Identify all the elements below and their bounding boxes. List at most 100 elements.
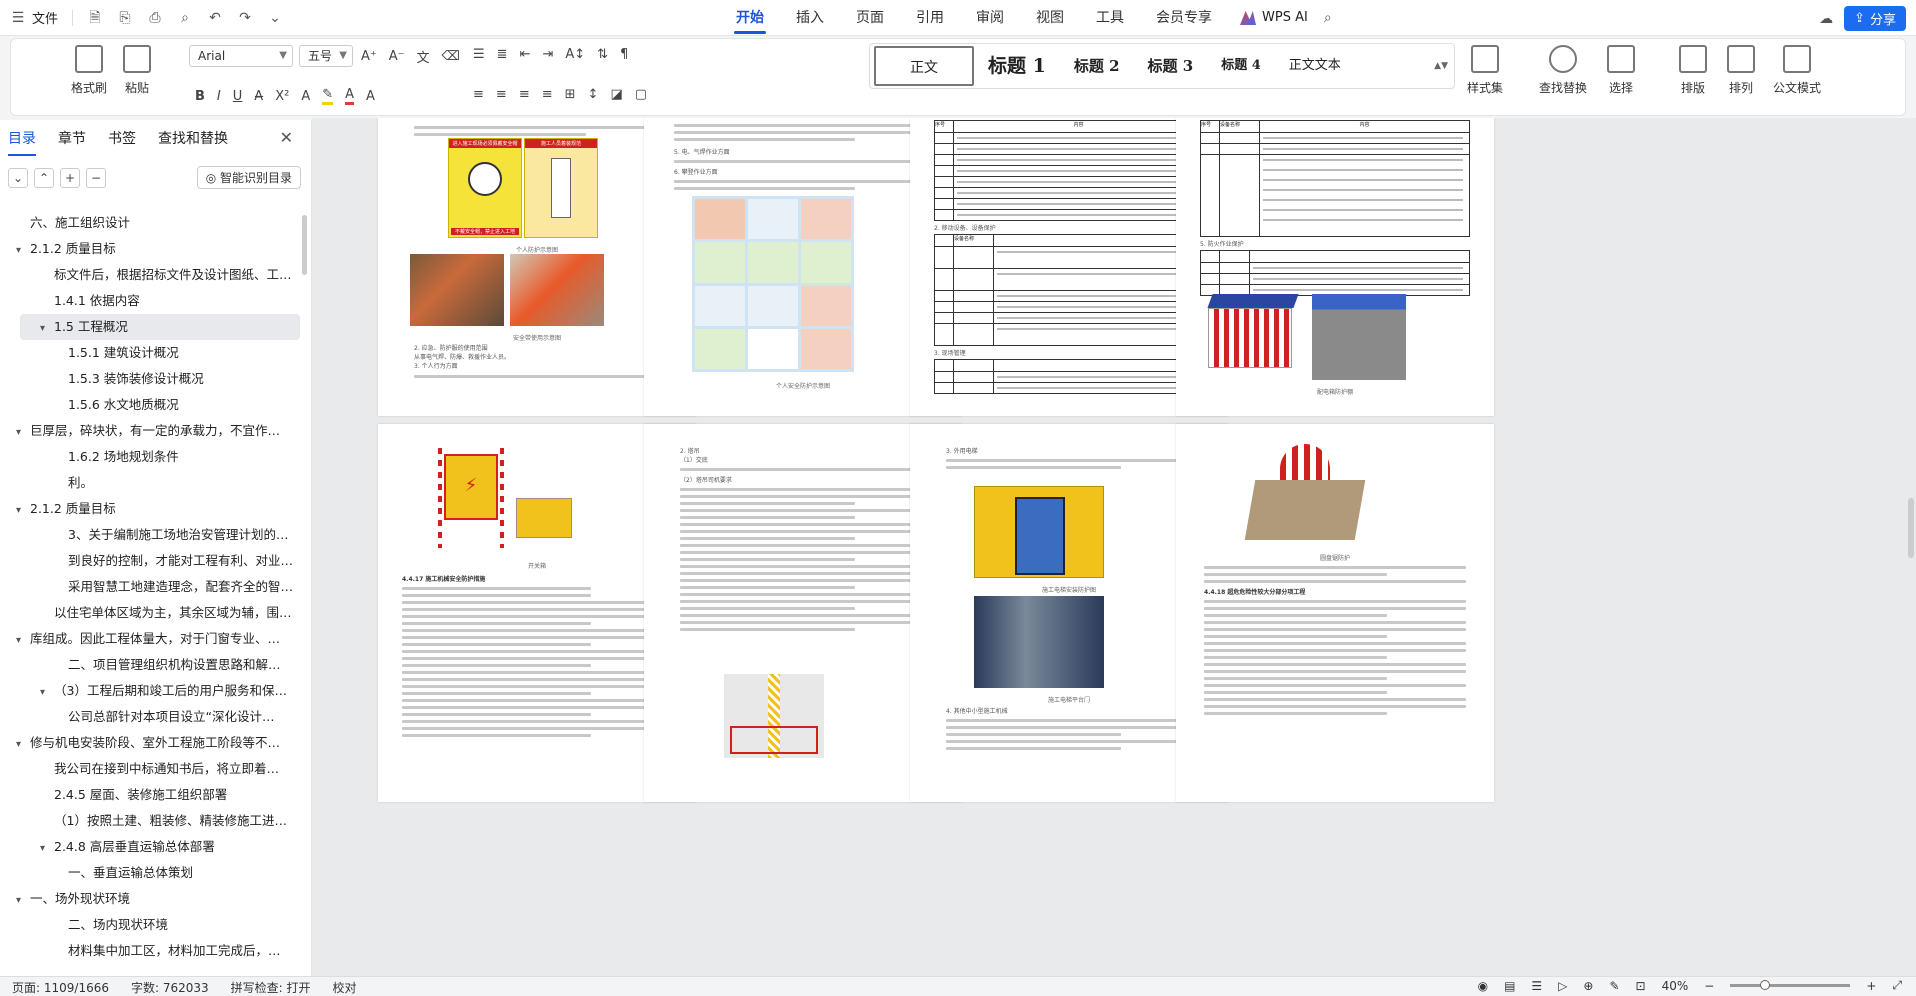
zoom-out-icon[interactable]: − [1704,979,1714,993]
decrease-indent-icon[interactable]: ⇤ [520,47,531,62]
page-count[interactable]: 页面: 1109/1666 [12,979,109,996]
toc-item[interactable]: 1.5.6 水文地质概况 [0,392,300,418]
search-icon[interactable]: ⌕ [1320,10,1336,26]
redo-icon[interactable]: ↷ [237,10,253,26]
play-icon[interactable]: ▷ [1558,979,1567,993]
borders-icon[interactable]: ▢ [635,87,647,102]
tab-find-replace[interactable]: 查找和替换 [158,128,228,156]
clear-format-icon[interactable]: ⌫ [442,49,460,64]
undo-icon[interactable]: ↶ [207,10,223,26]
toc-item[interactable]: 1.4.1 依据内容 [0,288,300,314]
underline-icon[interactable]: U [233,89,243,104]
shrink-font-icon[interactable]: A⁻ [389,49,405,64]
grow-font-icon[interactable]: A⁺ [361,49,377,64]
toc-item[interactable]: 二、场内现状环境 [0,912,300,938]
toc-item[interactable]: ▾ 2.1.2 质量目标 [0,496,300,522]
toc-item[interactable]: ▾ 2.4.8 高层垂直运输总体部署 [0,834,300,860]
find-replace-button[interactable]: 查找替换 [1539,45,1587,96]
cloud-sync-icon[interactable]: ☁ [1818,11,1834,27]
align-right-icon[interactable]: ≡ [519,87,530,102]
tab-home[interactable]: 开始 [720,0,780,36]
share-button[interactable]: ⇪ 分享 [1844,6,1906,31]
document-canvas[interactable]: 进入施工现场必须佩戴安全帽 不戴安全帽，禁止进入工地 施工人员着装规范 个人防护… [312,118,1916,976]
proofread-button[interactable]: 校对 [333,979,357,996]
numbered-list-icon[interactable]: ≣ [497,47,508,62]
tab-chapters[interactable]: 章节 [58,128,86,156]
strikethrough-icon[interactable]: A̶ [254,89,263,104]
add-heading-icon[interactable]: + [60,168,80,188]
gallery-scroll-icon[interactable]: ▲▼ [1434,61,1448,71]
wps-ai-button[interactable]: WPS AI [1228,0,1320,36]
toc-item[interactable]: 一、垂直运输总体策划 [0,860,300,886]
doc-mode-button[interactable]: 公文模式 [1773,45,1821,96]
align-center-icon[interactable]: ≡ [496,87,507,102]
char-shading-icon[interactable]: A [366,89,375,104]
smart-toc-button[interactable]: ◎ 智能识别目录 [196,166,301,189]
style-heading3[interactable]: 标题 3 [1134,46,1208,86]
arrange-button[interactable]: 排列 [1727,45,1755,96]
distribute-icon[interactable]: ⊞ [565,87,576,102]
toc-item[interactable]: （1）按照土建、粗装修、精装修施工进… [0,808,300,834]
style-body-text[interactable]: 正文文本 [1275,46,1355,86]
zoom-level[interactable]: 40% [1662,979,1689,993]
expand-toggle-icon[interactable]: ▾ [16,732,30,756]
toc-item[interactable]: 1.5.1 建筑设计概况 [0,340,300,366]
collapse-icon[interactable]: ⌄ [8,168,28,188]
tab-tools[interactable]: 工具 [1080,0,1140,36]
fullscreen-icon[interactable]: ⤢ [1892,978,1902,993]
toc-item[interactable]: 以住宅单体区域为主，其余区域为辅，围绕… [0,600,300,626]
justify-icon[interactable]: ≡ [542,87,553,102]
scrollbar[interactable] [302,215,307,275]
toc-item[interactable]: 2.4.5 屋面、装修施工组织部署 [0,782,300,808]
tab-member[interactable]: 会员专享 [1140,0,1228,36]
style-heading4[interactable]: 标题 4 [1207,46,1275,86]
outline-view-icon[interactable]: ☰ [1531,979,1542,993]
tab-bookmarks[interactable]: 书签 [108,128,136,156]
expand-toggle-icon[interactable]: ▾ [16,498,30,522]
document-scrollbar[interactable] [1908,498,1914,558]
toc-item[interactable]: 二、项目管理组织机构设置思路和解… [0,652,300,678]
remove-heading-icon[interactable]: − [86,168,106,188]
spell-check-toggle[interactable]: 拼写检查: 打开 [231,979,311,996]
zoom-in-icon[interactable]: + [1866,979,1876,993]
toc-item[interactable]: 公司总部针对本项目设立“深化设计… [0,704,300,730]
superscript-icon[interactable]: X² [275,89,289,104]
expand-icon[interactable]: ⌃ [34,168,54,188]
file-menu[interactable]: ☰ 文件 [10,8,58,28]
toc-item[interactable]: ▾ 2.1.2 质量目标 [0,236,300,262]
print-preview-icon[interactable]: ⌕ [177,10,193,26]
toc-item[interactable]: 利。 [0,470,300,496]
toc-item[interactable]: 我公司在接到中标通知书后，将立即着… [0,756,300,782]
zoom-slider[interactable] [1730,980,1851,990]
expand-toggle-icon[interactable]: ▾ [16,420,30,444]
expand-toggle-icon[interactable]: ▾ [16,888,30,912]
shading-icon[interactable]: ◪ [610,87,622,102]
expand-toggle-icon[interactable]: ▾ [40,680,54,704]
pen-icon[interactable]: ✎ [1609,979,1619,993]
toc-item[interactable]: 1.6.2 场地规划条件 [0,444,300,470]
save-icon[interactable]: 🗎 [87,10,103,26]
toc-item[interactable]: ▾ （3）工程后期和竣工后的用户服务和保… [0,678,300,704]
tab-insert[interactable]: 插入 [780,0,840,36]
style-heading1[interactable]: 标题 1 [974,46,1060,86]
tab-page[interactable]: 页面 [840,0,900,36]
tab-view[interactable]: 视图 [1020,0,1080,36]
cloud-save-icon[interactable]: ⎘ [117,10,133,26]
text-effect-icon[interactable]: A [301,89,310,104]
print-icon[interactable]: ⎙ [147,10,163,26]
expand-toggle-icon[interactable]: ▾ [16,238,30,262]
fit-icon[interactable]: ⊡ [1636,979,1646,993]
toc-item[interactable]: ▾ 库组成。因此工程体量大，对于门窗专业、… [0,626,300,652]
font-name-select[interactable]: Arial ▼ [189,45,293,67]
chevron-down-icon[interactable]: ⌄ [267,10,283,26]
toc-item[interactable]: 采用智慧工地建造理念，配套齐全的智… [0,574,300,600]
web-view-icon[interactable]: ⊕ [1583,979,1593,993]
style-normal[interactable]: 正文 [874,46,974,86]
style-heading2[interactable]: 标题 2 [1060,46,1134,86]
tab-references[interactable]: 引用 [900,0,960,36]
font-size-select[interactable]: 五号 ▼ [299,45,353,67]
expand-toggle-icon[interactable]: ▾ [40,836,54,860]
close-icon[interactable]: ✕ [280,128,293,147]
tab-review[interactable]: 审阅 [960,0,1020,36]
tab-toc[interactable]: 目录 [8,128,36,156]
